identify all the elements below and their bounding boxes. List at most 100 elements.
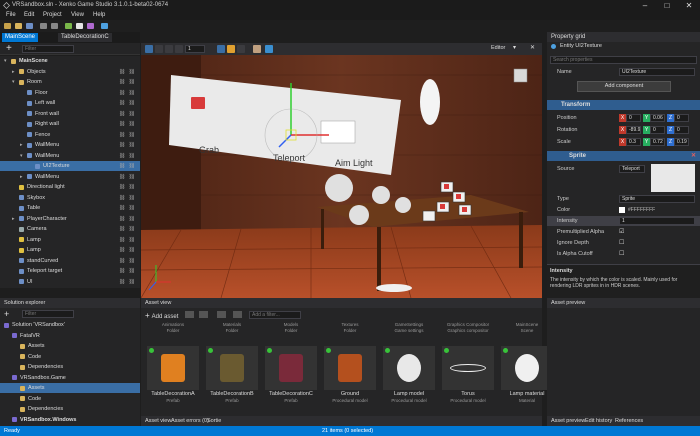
scene-tree-item[interactable]: ▾ MainScene: [0, 56, 140, 66]
tab-tabledecorationc[interactable]: TableDecorationC: [58, 33, 112, 42]
scene-viewport[interactable]: Grab Teleport Aim Light: [141, 55, 542, 298]
scene-tree-item[interactable]: Skybox ⛓ ⛓: [0, 193, 140, 203]
asset-card[interactable]: Lamp material Material: [501, 346, 553, 412]
solution-item[interactable]: Code: [0, 394, 140, 404]
solution-item[interactable]: VRSandbox.Game: [0, 373, 140, 383]
scene-tree-item[interactable]: ▸ PlayerCharacter ⛓ ⛓: [0, 214, 140, 224]
scene-tree-item[interactable]: ▾ WallMenu ⛓ ⛓: [0, 151, 140, 161]
play-icon[interactable]: [76, 23, 83, 29]
scene-tree-item[interactable]: Front wall ⛓ ⛓: [0, 109, 140, 119]
solution-item[interactable]: FatalVR: [0, 331, 140, 341]
link-icon[interactable]: ⛓ ⛓: [119, 277, 136, 287]
color-value[interactable]: #FFFFFFFF: [628, 205, 655, 215]
remove-component-icon[interactable]: ✕: [691, 151, 696, 161]
menu-file[interactable]: File: [6, 12, 16, 18]
intensity-input[interactable]: 1: [619, 217, 695, 225]
tab-asset-errors[interactable]: Asset errors (0): [171, 418, 209, 424]
position-z-input[interactable]: 0: [674, 114, 689, 122]
link-icon[interactable]: ⛓ ⛓: [119, 151, 136, 161]
solution-filter-input[interactable]: Filter: [22, 310, 74, 318]
link-icon[interactable]: ⛓ ⛓: [119, 77, 136, 87]
chevron-right-icon[interactable]: ▸: [12, 214, 15, 224]
scene-tree-item[interactable]: ▸ WallMenu ⛓ ⛓: [0, 172, 140, 182]
link-icon[interactable]: ⛓ ⛓: [119, 88, 136, 98]
scene-tree-item[interactable]: Floor ⛓ ⛓: [0, 88, 140, 98]
link-icon[interactable]: ⛓ ⛓: [119, 203, 136, 213]
asset-folder-name[interactable]: MainScene: [501, 322, 553, 327]
asset-folder-name[interactable]: GameSettings: [383, 322, 435, 327]
rotate-tool-icon[interactable]: [155, 45, 163, 53]
render-mode-icon[interactable]: [237, 45, 245, 53]
asset-folder-name[interactable]: Textures: [324, 322, 376, 327]
scale-z-input[interactable]: 0.19: [674, 138, 689, 146]
scene-tree-item[interactable]: ▾ Room ⛓ ⛓: [0, 77, 140, 87]
asset-card[interactable]: Torus Procedural model: [442, 346, 494, 412]
menu-project[interactable]: Project: [43, 12, 62, 18]
link-icon[interactable]: ⛓ ⛓: [119, 266, 136, 276]
source-input[interactable]: Teleport: [619, 165, 645, 173]
scene-tree-item[interactable]: UI2Texture ⛓ ⛓: [0, 161, 140, 171]
link-icon[interactable]: ⛓ ⛓: [119, 161, 136, 171]
undo-icon[interactable]: [40, 23, 47, 29]
add-project-button[interactable]: +: [4, 310, 9, 319]
solution-item[interactable]: Assets: [0, 341, 140, 351]
open-folder-icon[interactable]: [15, 23, 22, 29]
rotation-z-input[interactable]: 0: [674, 126, 689, 134]
solution-item[interactable]: VRSandbox.Windows: [0, 415, 140, 425]
scene-tree-item[interactable]: Directional light ⛓ ⛓: [0, 182, 140, 192]
asset-folder-name[interactable]: Graphics Compositor: [442, 322, 494, 327]
link-icon[interactable]: ⛓ ⛓: [119, 140, 136, 150]
name-input[interactable]: UI2Texture: [619, 68, 695, 76]
redo-icon[interactable]: [51, 23, 58, 29]
scene-tree-item[interactable]: standCurved ⛓ ⛓: [0, 256, 140, 266]
material-icon[interactable]: [253, 45, 261, 53]
property-search-input[interactable]: Search properties: [550, 56, 697, 64]
tab-asset-view[interactable]: Asset view: [145, 418, 171, 424]
menu-view[interactable]: View: [71, 12, 84, 18]
link-icon[interactable]: ⛓ ⛓: [119, 109, 136, 119]
tab-edit-history[interactable]: Edit history: [585, 418, 612, 424]
menu-help[interactable]: Help: [93, 12, 105, 18]
asset-card[interactable]: TableDecorationA Prefab: [147, 346, 199, 412]
snap-value-input[interactable]: 1: [185, 45, 205, 53]
color-swatch[interactable]: [619, 207, 625, 213]
link-icon[interactable]: ⛓ ⛓: [119, 256, 136, 266]
maximize-button[interactable]: □: [656, 0, 678, 11]
scene-tree-item[interactable]: Right wall ⛓ ⛓: [0, 119, 140, 129]
link-icon[interactable]: ⛓ ⛓: [119, 172, 136, 182]
link-icon[interactable]: ⛓ ⛓: [119, 193, 136, 203]
asset-folder-name[interactable]: Animations: [147, 322, 199, 327]
snap-icon[interactable]: [175, 45, 183, 53]
tab-sortie[interactable]: Sortie: [207, 418, 221, 424]
camera-dropdown-icon[interactable]: ▾: [513, 44, 516, 51]
chevron-down-icon[interactable]: ▾: [4, 56, 7, 66]
link-icon[interactable]: ⛓ ⛓: [119, 224, 136, 234]
alpha-cutoff-checkbox[interactable]: ☐: [619, 249, 624, 259]
position-x-input[interactable]: 0: [626, 114, 641, 122]
asset-card[interactable]: Lamp model Procedural model: [383, 346, 435, 412]
scale-y-input[interactable]: 0.72: [650, 138, 665, 146]
tab-mainscene[interactable]: MainScene: [2, 33, 39, 42]
transform-section[interactable]: Transform: [547, 100, 700, 110]
link-icon[interactable]: ⛓ ⛓: [119, 119, 136, 129]
close-button[interactable]: ✕: [678, 0, 700, 11]
scene-tree-item[interactable]: Teleport target ⛓ ⛓: [0, 266, 140, 276]
scene-tree-item[interactable]: Camera ⛓ ⛓: [0, 224, 140, 234]
add-component-button[interactable]: Add component: [577, 81, 671, 92]
rotation-x-input[interactable]: -89.96: [626, 126, 641, 134]
asset-folder-name[interactable]: Models: [265, 322, 317, 327]
sprite-section[interactable]: Sprite ✕: [547, 151, 700, 161]
menu-edit[interactable]: Edit: [24, 12, 34, 18]
solution-item[interactable]: Assets: [0, 383, 140, 393]
premultiplied-checkbox[interactable]: ☑: [619, 227, 624, 237]
asset-card[interactable]: TableDecorationC Prefab: [265, 346, 317, 412]
scale-x-input[interactable]: 0.3: [626, 138, 641, 146]
save-icon[interactable]: [26, 23, 33, 29]
light-icon[interactable]: [227, 45, 235, 53]
scale-tool-icon[interactable]: [165, 45, 173, 53]
camera-mode-select[interactable]: Editor: [491, 45, 505, 51]
scene-tree-item[interactable]: ▸ Objects ⛓ ⛓: [0, 67, 140, 77]
add-entity-button[interactable]: +: [6, 43, 12, 54]
solution-item[interactable]: Code: [0, 352, 140, 362]
asset-card[interactable]: TableDecorationB Prefab: [206, 346, 258, 412]
